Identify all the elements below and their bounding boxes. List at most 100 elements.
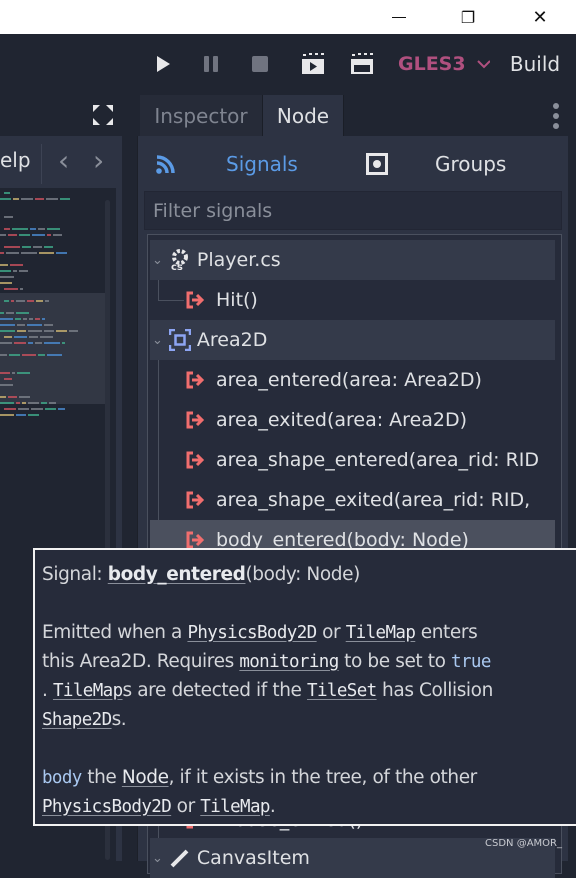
minimap-code-mark: [22, 402, 26, 404]
filter-signals-input[interactable]: [144, 191, 562, 230]
minimap-code-mark: [28, 342, 33, 344]
member-link[interactable]: monitoring: [239, 652, 339, 672]
signal-area-exited[interactable]: area_exited(area: Area2D): [150, 400, 555, 440]
minimap-code-mark: [16, 414, 26, 416]
class-link[interactable]: TileSet: [307, 681, 377, 701]
minimap-code-mark: [21, 252, 37, 254]
minimap-code-mark: [22, 354, 36, 356]
minimap-code-mark: [44, 342, 60, 344]
tooltip-description-line: Emitted when a PhysicsBody2D or TileMap …: [42, 618, 576, 647]
text: s are detected if the: [122, 680, 308, 701]
play-button[interactable]: [152, 50, 174, 78]
minimap-code-mark: [28, 402, 39, 404]
minimap-code-mark: [20, 288, 23, 290]
tree-item-area2d[interactable]: ⌄ Area2D: [150, 320, 555, 360]
minimap-code-mark: [4, 408, 16, 410]
minimap-code-mark: [44, 330, 54, 332]
class-link[interactable]: PhysicsBody2D: [187, 623, 317, 643]
class-link[interactable]: Shape2D: [42, 710, 112, 730]
minimap-code-mark: [29, 318, 33, 320]
renderer-label: GLES3: [398, 53, 466, 75]
build-button[interactable]: Build: [508, 50, 562, 78]
signal-area-shape-entered[interactable]: area_shape_entered(area_rid: RID: [150, 440, 555, 480]
class-link[interactable]: TileMap: [53, 681, 123, 701]
minimap-code-mark: [13, 270, 17, 272]
minimap-code-mark: [0, 372, 10, 374]
minimap-code-mark: [4, 216, 13, 218]
minimap-code-mark: [56, 252, 67, 254]
minimap-code-mark: [27, 300, 34, 302]
minimap-code-mark: [28, 330, 42, 332]
minimap-code-mark: [8, 234, 17, 236]
tooltip-description-line: . TileMaps are detected if the TileSet h…: [42, 676, 576, 705]
tooltip-param-line: PhysicsBody2D or TileMap.: [42, 792, 576, 821]
minimap-code-mark: [29, 336, 38, 338]
minimap-code-mark: [31, 408, 43, 410]
minimap-code-mark: [15, 318, 21, 320]
signal-label: area_exited(area: Area2D): [216, 409, 468, 431]
text: enters: [415, 622, 478, 643]
minimap-code-mark: [36, 300, 43, 302]
renderer-dropdown[interactable]: GLES3: [398, 50, 490, 78]
window-titlebar: ❐ ✕: [0, 0, 576, 34]
signal-hit[interactable]: Hit(): [150, 280, 555, 320]
minimap-code-mark: [4, 288, 18, 290]
pause-button[interactable]: [200, 50, 222, 78]
forward-arrow-icon[interactable]: ›: [93, 144, 104, 177]
minimap-code-mark: [58, 408, 65, 410]
minimap-code-mark: [21, 198, 33, 200]
class-link[interactable]: Node: [122, 767, 169, 788]
dock-menu-button[interactable]: [553, 103, 559, 133]
back-arrow-icon[interactable]: ‹: [58, 144, 69, 177]
tooltip-description-line: Shape2Ds.: [42, 705, 576, 734]
minimap-code-mark: [44, 246, 53, 248]
tree-item-label: Area2D: [196, 329, 268, 351]
chevron-down-icon: ⌄: [152, 332, 163, 348]
expand-icon: [93, 105, 113, 125]
tree-item-label: CanvasItem: [196, 847, 310, 869]
minimap-code-mark: [45, 300, 49, 302]
text: to be set to: [338, 651, 452, 672]
pause-icon: [204, 56, 218, 72]
minimap-code-mark: [4, 300, 9, 302]
distraction-free-button[interactable]: [92, 104, 114, 130]
class-link[interactable]: TileMap: [200, 797, 270, 817]
minimap-code-mark: [4, 246, 20, 248]
tooltip-signature: Signal: body_entered(body: Node): [42, 560, 576, 589]
text: s.: [111, 709, 127, 730]
class-link[interactable]: TileMap: [346, 623, 416, 643]
minimize-button[interactable]: [376, 0, 422, 34]
class-link[interactable]: PhysicsBody2D: [42, 797, 172, 817]
text: or: [171, 796, 201, 817]
restore-button[interactable]: ❐: [445, 0, 491, 34]
minimap-code-mark: [0, 312, 4, 314]
help-menu[interactable]: elp: [0, 148, 31, 172]
play-scene-button[interactable]: [300, 50, 326, 78]
more-vertical-icon: [553, 103, 559, 129]
minimap-code-mark: [23, 318, 27, 320]
signals-tab[interactable]: Signals: [226, 152, 298, 176]
minimap-code-mark: [8, 396, 17, 398]
signal-area-entered[interactable]: area_entered(area: Area2D): [150, 360, 555, 400]
groups-icon: [366, 153, 388, 179]
text: Emitted when a: [42, 622, 188, 643]
chevron-down-icon: ⌄: [152, 252, 163, 268]
play-custom-scene-button[interactable]: [349, 50, 375, 78]
minimap-code-mark: [35, 318, 40, 320]
minimap-viewport[interactable]: [0, 293, 109, 404]
minimap-code-mark: [33, 246, 42, 248]
minimap-code-mark: [12, 372, 15, 374]
stop-button[interactable]: [249, 50, 271, 78]
tab-node[interactable]: Node: [262, 95, 344, 136]
signal-area-shape-exited[interactable]: area_shape_exited(area_rid: RID,: [150, 480, 555, 520]
movie-play-icon: [302, 53, 324, 74]
minimap-code-mark: [18, 408, 29, 410]
minimap-code-mark: [45, 408, 56, 410]
minimap-code-mark: [14, 336, 27, 338]
tree-item-player-script[interactable]: ⌄ cs Player.cs: [150, 240, 555, 280]
minimap-code-mark: [44, 324, 53, 326]
groups-tab[interactable]: Groups: [435, 152, 506, 176]
close-button[interactable]: ✕: [517, 0, 563, 34]
minimap-code-mark: [4, 192, 10, 194]
tab-inspector[interactable]: Inspector: [140, 95, 262, 136]
